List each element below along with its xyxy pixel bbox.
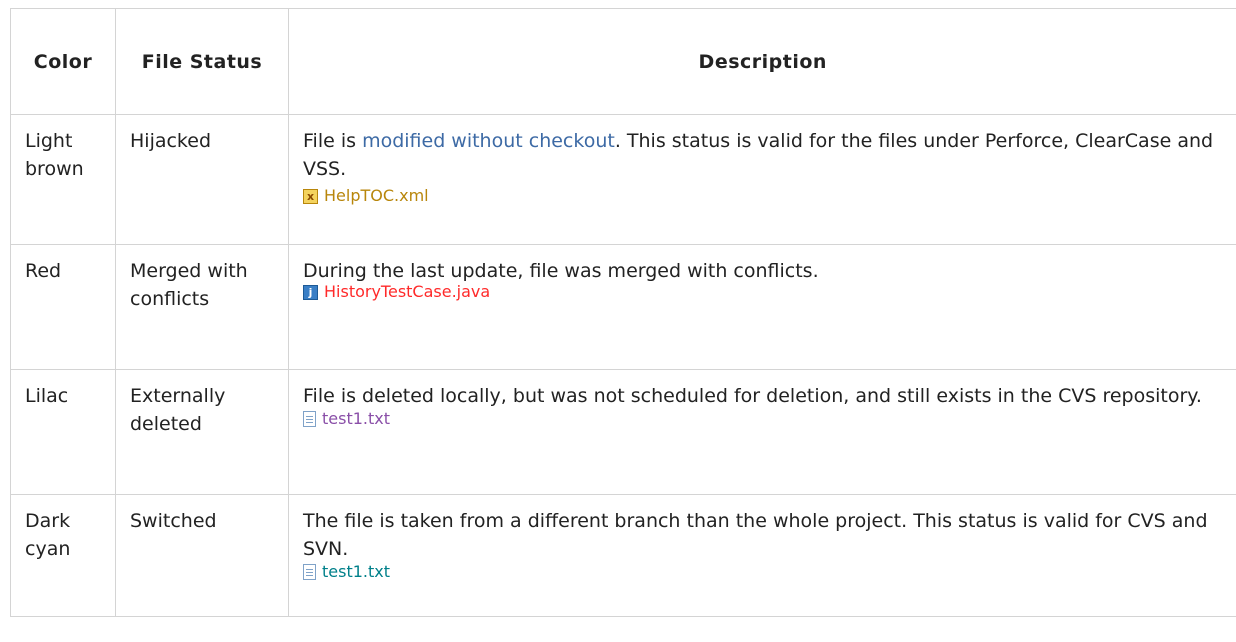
sample-file-name: HistoryTestCase.java	[324, 282, 491, 301]
sample-file-name: HelpTOC.xml	[324, 186, 429, 205]
file-status-column-header: File Status	[115, 8, 289, 115]
color-cell: Red	[10, 244, 116, 370]
description-text-before: File is	[303, 130, 363, 152]
description-text: File is modified without checkout. This …	[303, 127, 1223, 183]
sample-file-name: test1.txt	[322, 409, 391, 428]
status-cell: Merged with conflicts	[115, 244, 289, 370]
page: Color File Status Description Light brow…	[0, 0, 1236, 642]
table-row: Red Merged with conflicts During the las…	[10, 244, 1236, 370]
file-status-table: Color File Status Description Light brow…	[10, 8, 1236, 617]
status-cell: Externally deleted	[115, 369, 289, 495]
sample-file-name: test1.txt	[322, 562, 391, 581]
file-sample: x HelpTOC.xml	[303, 185, 1223, 207]
color-column-header: Color	[10, 8, 116, 115]
table-row: Lilac Externally deleted File is deleted…	[10, 369, 1236, 495]
file-sample: test1.txt	[303, 408, 1223, 430]
description-text: The file is taken from a different branc…	[303, 510, 1208, 560]
description-text: File is deleted locally, but was not sch…	[303, 385, 1202, 407]
description-cell: File is deleted locally, but was not sch…	[288, 369, 1236, 495]
color-cell: Lilac	[10, 369, 116, 495]
status-cell: Switched	[115, 494, 289, 617]
description-cell: During the last update, file was merged …	[288, 244, 1236, 370]
text-file-icon	[303, 411, 316, 427]
color-cell: Dark cyan	[10, 494, 116, 617]
description-cell: File is modified without checkout. This …	[288, 114, 1236, 245]
description-column-header: Description	[288, 8, 1236, 115]
status-cell: Hijacked	[115, 114, 289, 245]
file-sample: test1.txt	[303, 561, 1223, 583]
modified-without-checkout-link[interactable]: modified without checkout	[362, 130, 615, 152]
table-header-row: Color File Status Description	[10, 8, 1236, 115]
text-file-icon	[303, 564, 316, 580]
java-file-icon: j	[303, 284, 318, 300]
table-row: Dark cyan Switched The file is taken fro…	[10, 494, 1236, 617]
table-row: Light brown Hijacked File is modified wi…	[10, 114, 1236, 245]
description-cell: The file is taken from a different branc…	[288, 494, 1236, 617]
xml-file-icon: x	[303, 188, 318, 204]
color-cell: Light brown	[10, 114, 116, 245]
